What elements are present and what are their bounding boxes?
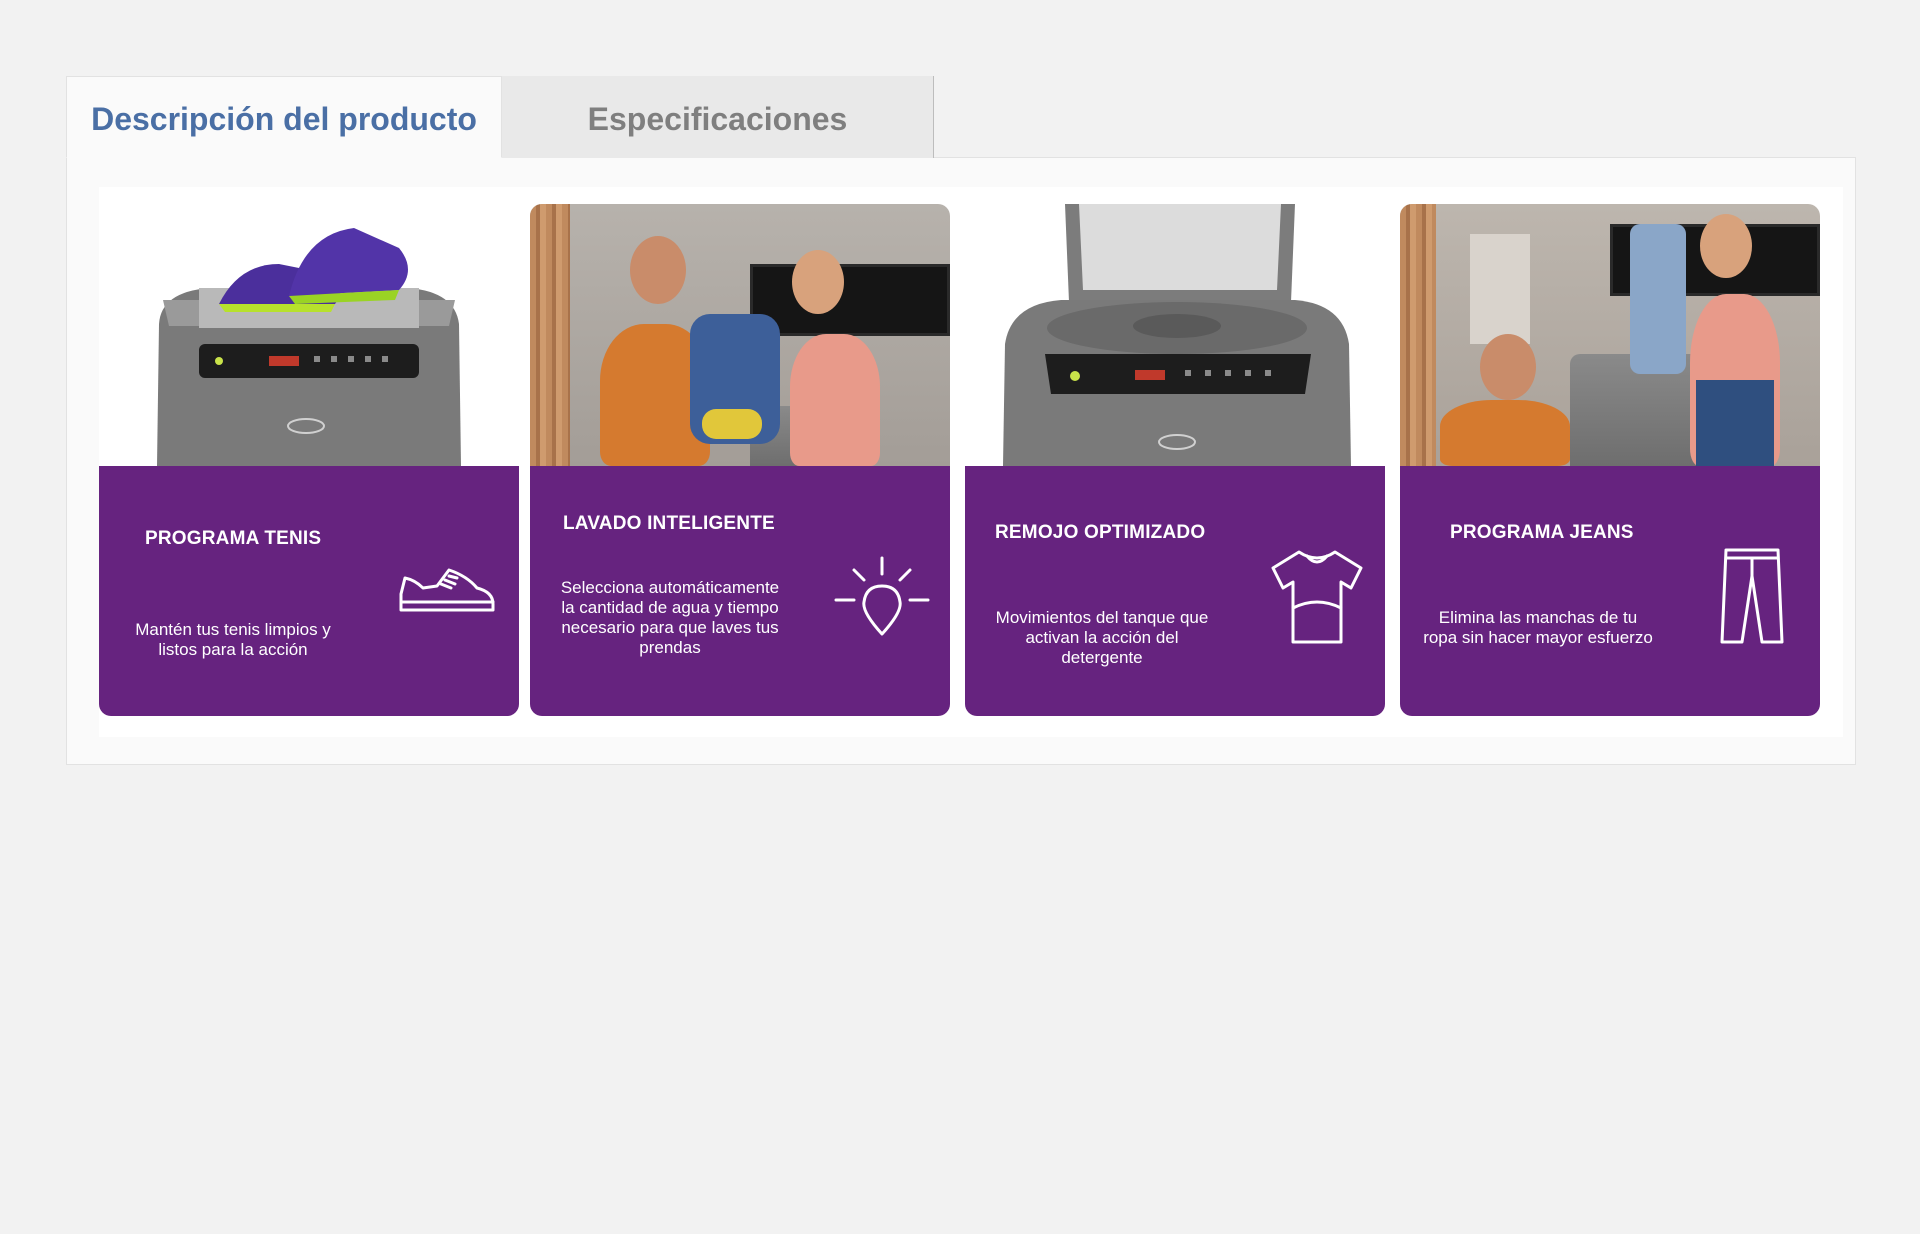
couple-with-jeans-photo [1400,204,1820,466]
features-banner: PROGRAMA TENIS Mantén tus tenis limpios … [99,187,1843,737]
tab-panel-description: PROGRAMA TENIS Mantén tus tenis limpios … [66,157,1856,765]
feature-title: PROGRAMA TENIS [145,528,322,549]
tab-product-description[interactable]: Descripción del producto [66,76,502,158]
open-washer-photo [965,204,1385,466]
feature-title: PROGRAMA JEANS [1450,522,1634,543]
tab-bar: Descripción del producto Especificacione… [66,76,1856,158]
feature-description: Elimina las manchas de tu ropa sin hacer… [1423,608,1653,647]
sneaker-icon [397,566,497,623]
product-tabs: Descripción del producto Especificacione… [66,76,1856,158]
feature-card-smart-wash: LAVADO INTELIGENTE Selecciona automática… [530,204,950,716]
feature-description: Mantén tus tenis limpios y listos para l… [135,620,331,659]
feature-card-optimized-soak: REMOJO OPTIMIZADO Movimientos del tanque… [965,204,1385,716]
tshirt-icon [1269,546,1365,651]
feature-title: REMOJO OPTIMIZADO [995,522,1206,543]
washer-with-sneakers-photo [99,204,519,466]
feature-description: Selecciona automáticamente la cantidad d… [560,578,780,657]
couple-with-laundry-photo [530,204,950,466]
feature-description: Movimientos del tanque que activan la ac… [995,608,1209,667]
jeans-icon [1720,546,1784,651]
feature-card-tennis: PROGRAMA TENIS Mantén tus tenis limpios … [99,204,519,716]
feature-title: LAVADO INTELIGENTE [563,513,775,534]
tab-specifications[interactable]: Especificaciones [502,76,934,158]
lightbulb-drop-icon [834,554,930,643]
feature-card-jeans: PROGRAMA JEANS Elimina las manchas de tu… [1400,204,1820,716]
